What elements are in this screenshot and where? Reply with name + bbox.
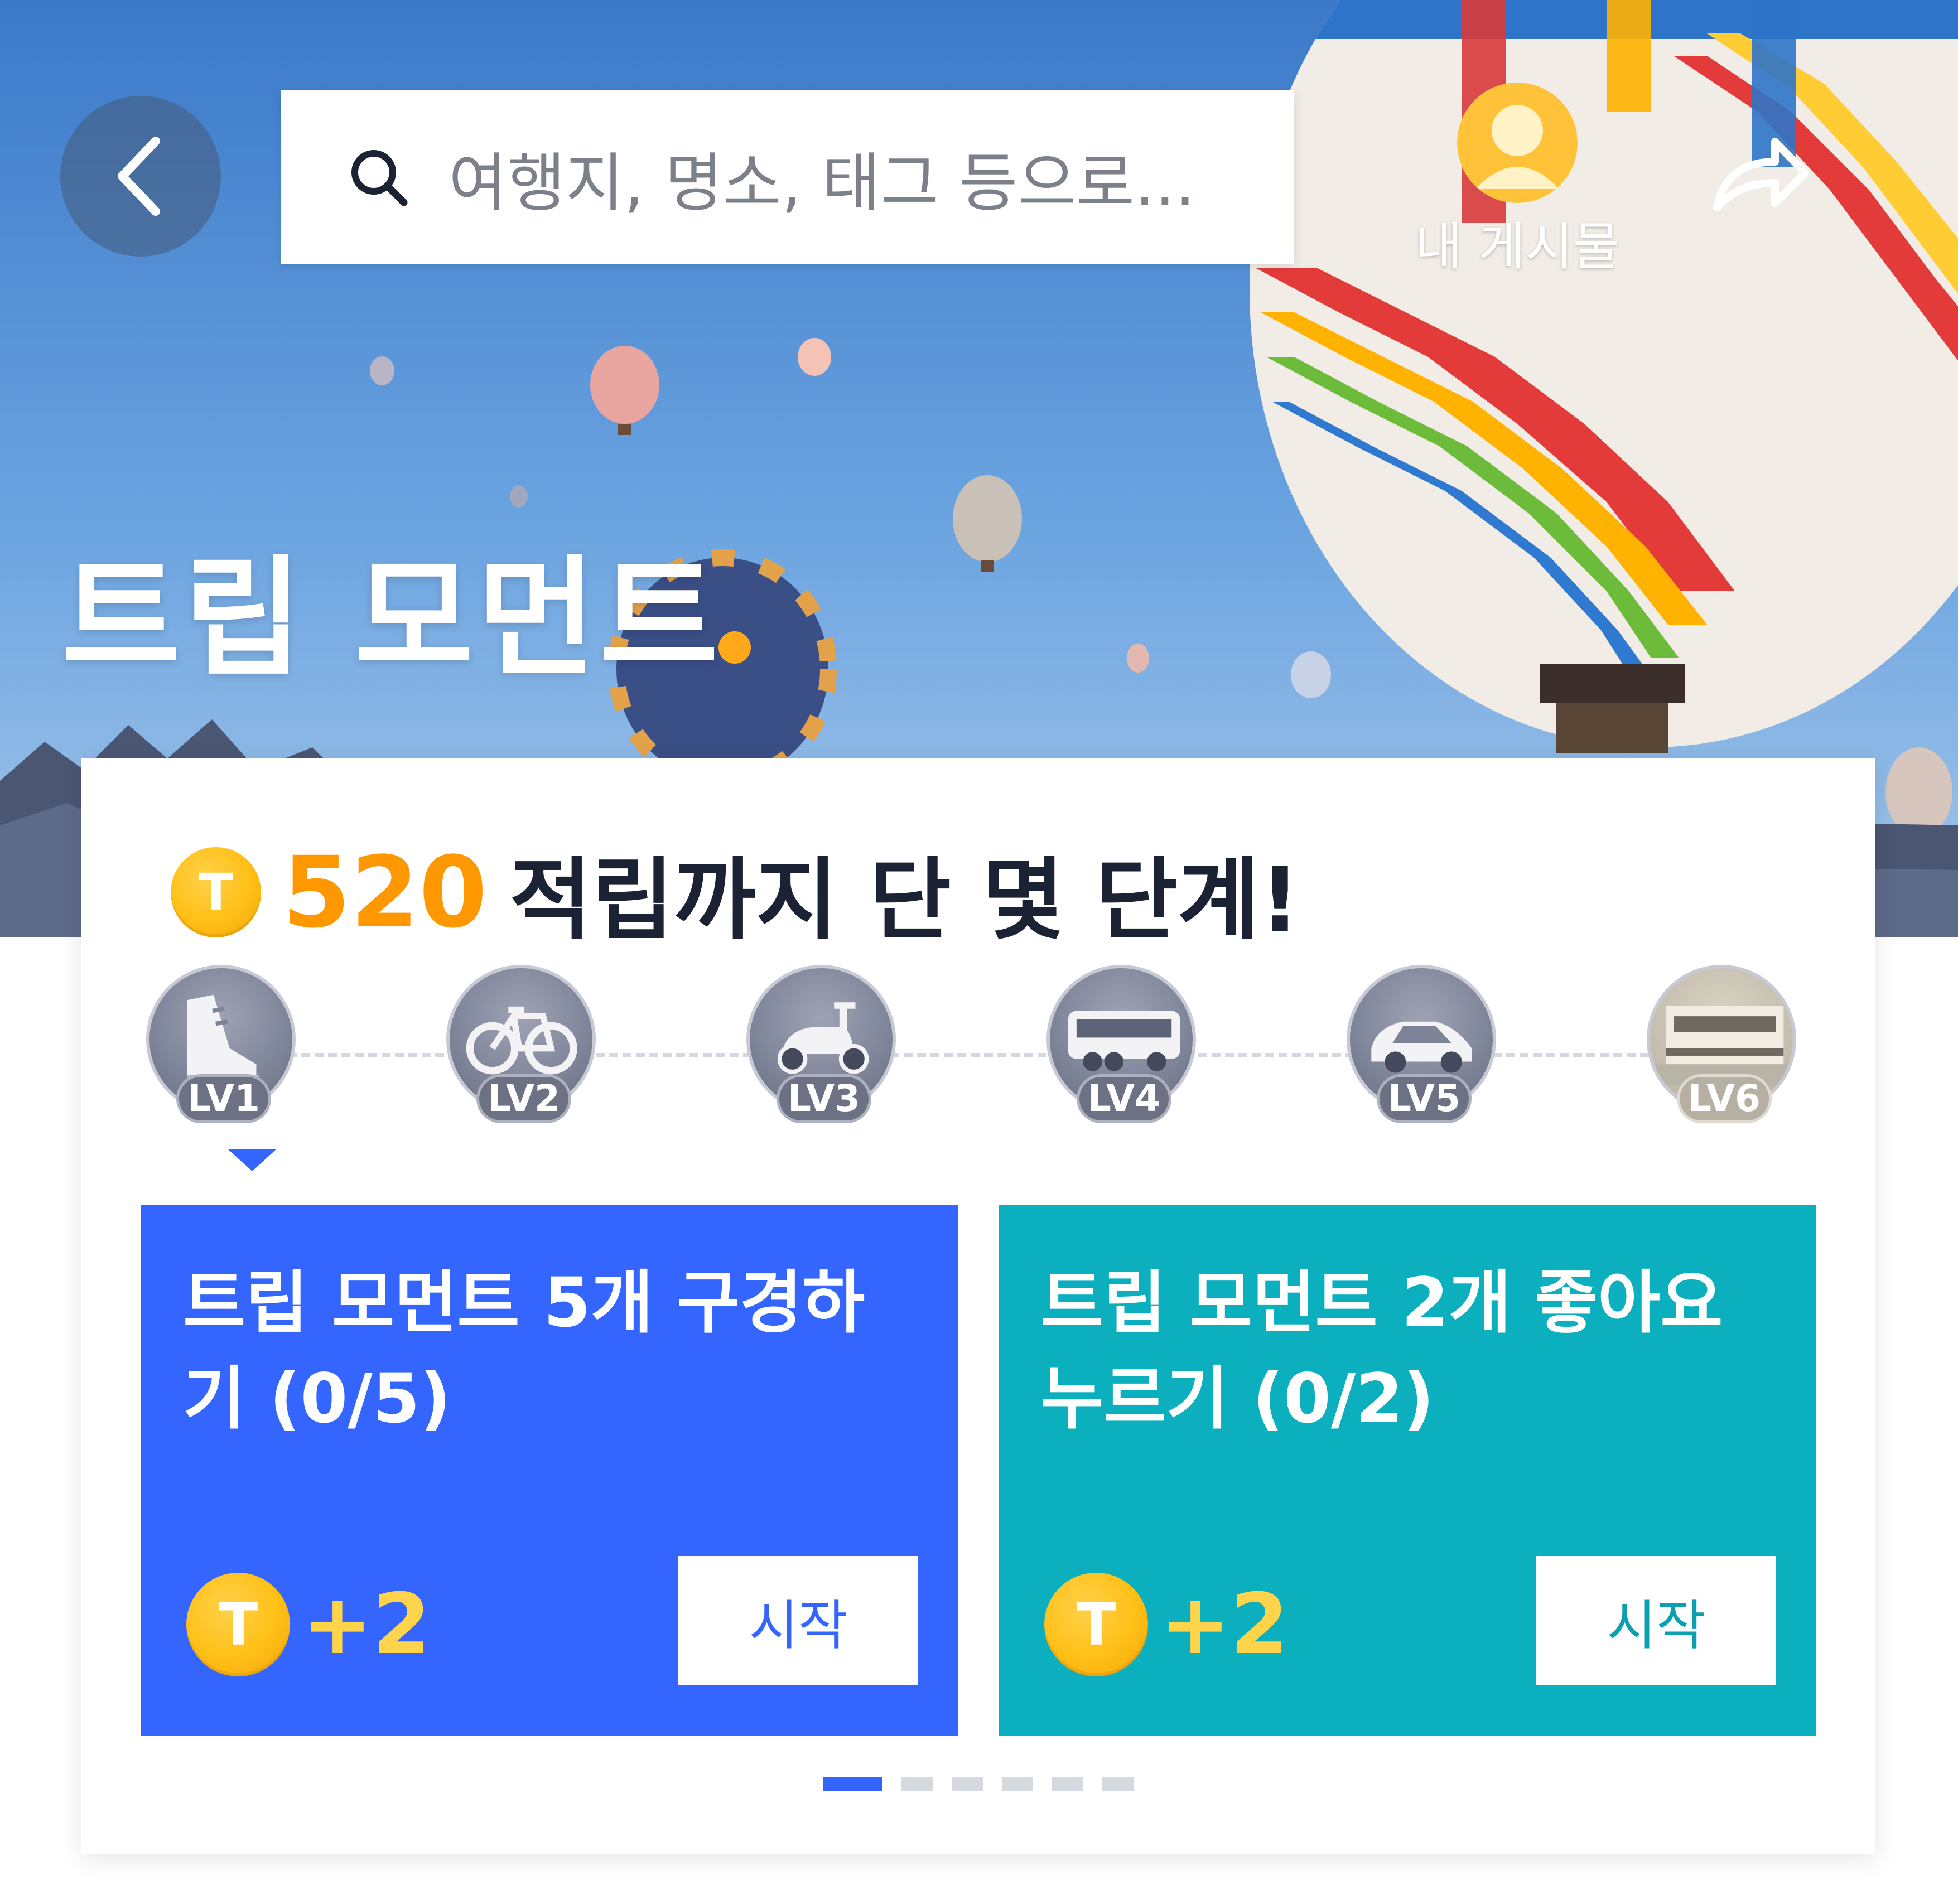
mission-card-like[interactable]: 트립 모먼트 2개 좋아요 누르기 (0/2) T +2 시작 — [999, 1205, 1816, 1736]
back-button[interactable] — [60, 96, 221, 257]
level-4[interactable]: LV4 — [1046, 965, 1203, 1132]
my-posts-button[interactable]: 내 게시물 — [1406, 83, 1629, 277]
level-badge: LV6 — [1677, 1074, 1772, 1123]
mission-title: 트립 모먼트 2개 좋아요 누르기 (0/2) — [1041, 1263, 1723, 1438]
level-6[interactable]: LV6 — [1647, 965, 1803, 1132]
mission-reward: +2 — [1160, 1576, 1289, 1673]
title-accent-dot — [718, 631, 751, 664]
reward-points: 520 — [282, 835, 488, 950]
pager-dot[interactable] — [901, 1777, 933, 1791]
pager-dots[interactable] — [823, 1777, 1152, 1791]
pager-dot[interactable] — [952, 1777, 983, 1791]
mission-title: 트립 모먼트 5개 구경하기 (0/5) — [183, 1263, 865, 1438]
start-button[interactable]: 시작 — [678, 1556, 918, 1685]
mission-card-view[interactable]: 트립 모먼트 5개 구경하기 (0/5) T +2 시작 — [141, 1205, 958, 1736]
level-3[interactable]: LV3 — [746, 965, 903, 1132]
start-button[interactable]: 시작 — [1536, 1556, 1776, 1685]
page-title: 트립 모먼트 — [61, 543, 722, 694]
mission-reward: +2 — [302, 1576, 431, 1673]
search-bar[interactable]: 여행지, 명소, 태그 등으로... — [281, 90, 1294, 264]
pager-dot[interactable] — [1002, 1777, 1033, 1791]
level-badge: LV5 — [1377, 1074, 1472, 1123]
search-icon — [351, 150, 408, 206]
my-posts-label: 내 게시물 — [1415, 217, 1620, 277]
share-button[interactable] — [1707, 129, 1813, 219]
level-badge: LV4 — [1077, 1074, 1171, 1123]
reward-headline: T 520 적립까지 단 몇 단계! — [171, 835, 1300, 952]
share-arrow-icon — [1713, 138, 1809, 211]
mission-card: T 520 적립까지 단 몇 단계! LV1 LV2 LV3 LV4 LV5 LV6 트립… — [81, 758, 1875, 1854]
level-1[interactable]: LV1 — [146, 965, 302, 1132]
current-level-pointer — [228, 1149, 277, 1171]
coin-icon: T — [171, 847, 261, 937]
reward-headline-text: 적립까지 단 몇 단계! — [509, 848, 1301, 952]
search-input[interactable]: 여행지, 명소, 태그 등으로... — [448, 132, 1195, 224]
pager-dot[interactable] — [1102, 1777, 1134, 1791]
coin-icon: T — [186, 1573, 290, 1676]
level-5[interactable]: LV5 — [1347, 965, 1503, 1132]
level-2[interactable]: LV2 — [446, 965, 602, 1132]
chevron-left-icon — [118, 137, 160, 216]
user-avatar-icon — [1457, 83, 1578, 203]
level-badge: LV1 — [176, 1074, 271, 1123]
level-badge: LV2 — [476, 1074, 571, 1123]
level-badge: LV3 — [777, 1074, 871, 1123]
pager-dot[interactable] — [1052, 1777, 1083, 1791]
coin-icon: T — [1044, 1573, 1148, 1676]
pager-dot[interactable] — [823, 1777, 882, 1791]
